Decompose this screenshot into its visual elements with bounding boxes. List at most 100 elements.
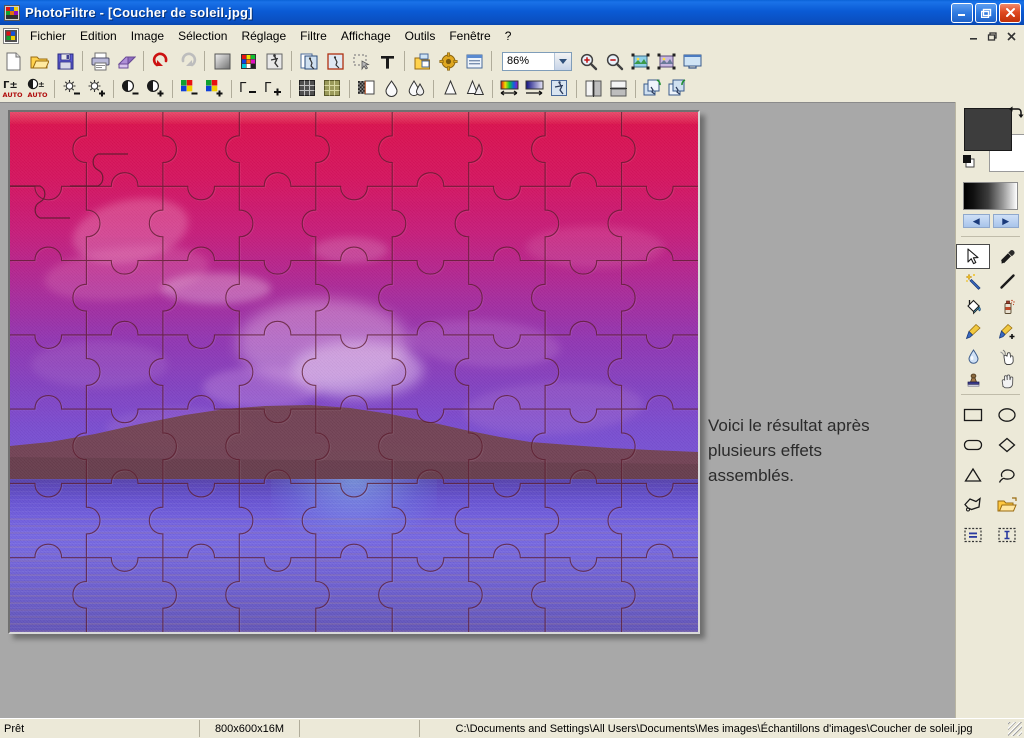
color-palette-icon[interactable] <box>236 49 260 73</box>
contrast-up-icon[interactable] <box>144 77 167 100</box>
sharpen-icon[interactable] <box>439 77 462 100</box>
auto-contrast-icon[interactable]: Γ± AUTO <box>1 77 24 100</box>
zoom-in-icon[interactable] <box>576 49 600 73</box>
resize-grip[interactable] <box>1008 721 1022 736</box>
print-preview-icon[interactable] <box>114 49 138 73</box>
brightness-down-icon[interactable] <box>60 77 83 100</box>
blur-more-icon[interactable] <box>405 77 428 100</box>
chevron-down-icon[interactable] <box>554 52 571 70</box>
image-window[interactable] <box>8 110 700 634</box>
spray-can-tool[interactable] <box>990 294 1024 319</box>
fit-image-icon[interactable] <box>628 49 652 73</box>
undo-icon[interactable] <box>149 49 173 73</box>
menu-aide[interactable]: ? <box>498 27 519 45</box>
menu-selection[interactable]: Sélection <box>171 27 234 45</box>
redo-icon[interactable] <box>175 49 199 73</box>
print-icon[interactable] <box>88 49 112 73</box>
sunset-puzzle-image[interactable] <box>10 112 698 632</box>
auto-levels-icon[interactable]: ± AUTO <box>26 77 49 100</box>
rotate-left-icon[interactable] <box>641 77 664 100</box>
smudge-finger-tool[interactable] <box>990 344 1024 369</box>
zoom-combobox[interactable]: 86% <box>502 51 572 71</box>
gear-settings-icon[interactable] <box>436 49 460 73</box>
minimize-button[interactable] <box>951 2 973 23</box>
saturation-down-icon[interactable] <box>178 77 201 100</box>
layers-icon[interactable] <box>410 49 434 73</box>
paintbrush-tool[interactable] <box>956 319 990 344</box>
magic-wand-tool[interactable] <box>956 269 990 294</box>
distort-icon[interactable] <box>548 77 571 100</box>
new-file-icon[interactable] <box>1 49 25 73</box>
grayscale-icon[interactable] <box>210 49 234 73</box>
rectangle-shape[interactable] <box>956 400 990 430</box>
eyedropper-tool[interactable] <box>990 244 1024 269</box>
menu-outils[interactable]: Outils <box>398 27 443 45</box>
swap-colors-icon[interactable] <box>1008 105 1024 121</box>
menu-fichier[interactable]: Fichier <box>23 27 73 45</box>
dither-grid-icon[interactable] <box>296 77 319 100</box>
zoom-out-icon[interactable] <box>602 49 626 73</box>
selection-mode-text-icon[interactable] <box>990 520 1024 550</box>
saturation-up-icon[interactable] <box>203 77 226 100</box>
texture-grid-icon[interactable] <box>321 77 344 100</box>
blur-icon[interactable] <box>380 77 403 100</box>
gamma-up-icon[interactable]: Γ <box>262 77 285 100</box>
foreground-color-swatch[interactable] <box>964 108 1012 151</box>
ellipse-shape[interactable] <box>990 400 1024 430</box>
paintbrush-plus-tool[interactable] <box>990 319 1024 344</box>
polygon-shape[interactable] <box>956 490 990 520</box>
mdi-restore-button[interactable] <box>984 29 1000 43</box>
gradient-blue-icon[interactable] <box>523 77 546 100</box>
gamma-down-icon[interactable]: Γ <box>237 77 260 100</box>
fullscreen-icon[interactable] <box>680 49 704 73</box>
flip-horizontal-icon[interactable] <box>582 77 605 100</box>
open-file-icon[interactable] <box>27 49 51 73</box>
brightness-up-icon[interactable] <box>85 77 108 100</box>
paste-image-icon[interactable] <box>323 49 347 73</box>
maximize-button[interactable] <box>975 2 997 23</box>
window-list-icon[interactable] <box>462 49 486 73</box>
menu-image[interactable]: Image <box>124 27 171 45</box>
reset-colors-icon[interactable] <box>962 154 977 169</box>
gradient-spectrum-icon[interactable] <box>498 77 521 100</box>
document-icon[interactable] <box>3 28 19 44</box>
menu-fenetre[interactable]: Fenêtre <box>442 27 497 45</box>
flip-vertical-icon[interactable] <box>607 77 630 100</box>
select-arrow-tool[interactable] <box>956 244 990 269</box>
open-folder-shape[interactable] <box>990 490 1024 520</box>
text-tool-icon[interactable] <box>375 49 399 73</box>
menu-filtre[interactable]: Filtre <box>293 27 334 45</box>
paint-bucket-tool[interactable] <box>956 294 990 319</box>
selection-mode-equal-icon[interactable] <box>956 520 990 550</box>
split-compare-icon[interactable] <box>355 77 378 100</box>
copy-image-icon[interactable] <box>297 49 321 73</box>
selection-icon[interactable] <box>349 49 373 73</box>
menu-reglage[interactable]: Réglage <box>234 27 293 45</box>
mdi-close-button[interactable] <box>1003 29 1019 43</box>
contrast-down-icon[interactable] <box>119 77 142 100</box>
blur-droplet-tool[interactable] <box>956 344 990 369</box>
lasso-shape[interactable] <box>990 460 1024 490</box>
mdi-minimize-button[interactable] <box>965 29 981 43</box>
menu-affichage[interactable]: Affichage <box>334 27 398 45</box>
triangle-shape[interactable] <box>956 460 990 490</box>
rotate-right-icon[interactable] <box>666 77 689 100</box>
clone-stamp-tool[interactable] <box>956 369 990 394</box>
palette-prev-button[interactable]: ◀ <box>963 214 990 228</box>
sharpen-more-icon[interactable] <box>464 77 487 100</box>
toolbar-separator <box>204 51 205 71</box>
fit-window-icon[interactable] <box>654 49 678 73</box>
gradient-preview-bar[interactable] <box>963 182 1018 210</box>
canvas-workspace[interactable]: Voici le résultat après plusieurs effets… <box>0 102 955 719</box>
menu-edition[interactable]: Edition <box>73 27 124 45</box>
diamond-shape[interactable] <box>990 430 1024 460</box>
line-tool[interactable] <box>990 269 1024 294</box>
effect-icon[interactable] <box>262 49 286 73</box>
puzzle-effect-overlay <box>10 112 698 632</box>
close-button[interactable] <box>999 2 1021 23</box>
rounded-rectangle-shape[interactable] <box>956 430 990 460</box>
palette-next-button[interactable]: ▶ <box>992 214 1019 228</box>
toolbar-separator <box>635 79 636 98</box>
save-file-icon[interactable] <box>53 49 77 73</box>
hand-pan-tool[interactable] <box>990 369 1024 394</box>
